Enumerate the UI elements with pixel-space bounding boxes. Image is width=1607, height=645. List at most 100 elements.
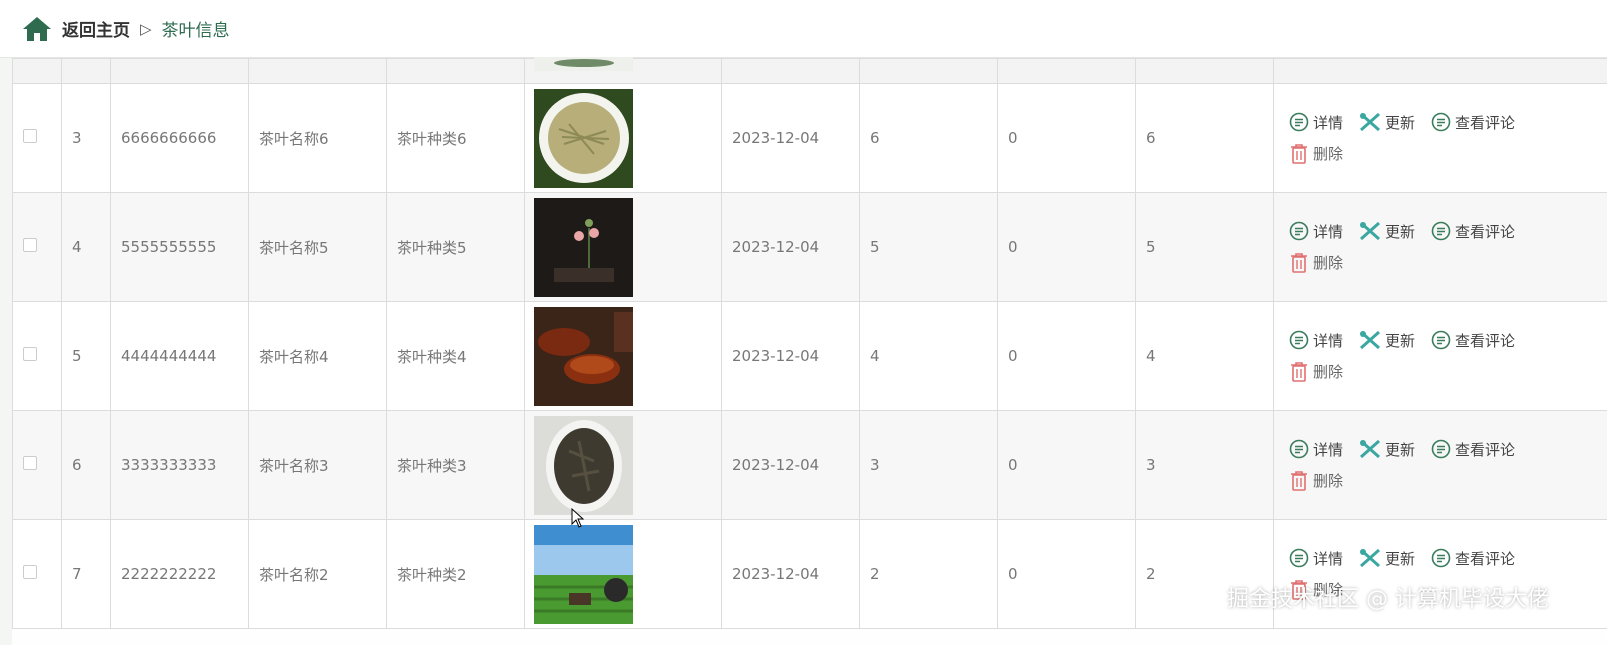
count-col-2: 0 [997, 410, 1136, 520]
update-label: 更新 [1385, 113, 1416, 132]
tea-image[interactable] [534, 197, 633, 297]
row-select-cell [12, 83, 62, 193]
update-button[interactable]: 更新 [1359, 330, 1415, 351]
tea-image-cell [524, 83, 722, 193]
comments-icon [1431, 439, 1451, 459]
tea-name: 茶叶名称4 [248, 301, 387, 411]
detail-label: 详情 [1313, 440, 1344, 459]
update-label: 更新 [1385, 549, 1416, 568]
detail-icon [1289, 221, 1309, 241]
actions-cell: 详情 更新 查看评论 删除 [1273, 410, 1607, 520]
count-col-2: 0 [997, 83, 1136, 193]
trash-icon [1291, 252, 1307, 273]
trash-icon [1291, 470, 1307, 491]
publish-date: 2023-12-04 [721, 301, 860, 411]
tea-name: 茶叶名称6 [248, 83, 387, 193]
tea-table: 3 6666666666 茶叶名称6 茶叶种类6 2023-12-04 6 0 … [12, 58, 1607, 645]
table-row: 5 4444444444 茶叶名称4 茶叶种类4 2023-12-04 4 0 … [12, 301, 1607, 411]
publish-date: 2023-12-04 [721, 410, 860, 520]
row-index: 5 [61, 301, 111, 411]
comments-label: 查看评论 [1455, 440, 1516, 459]
delete-label: 删除 [1313, 472, 1344, 490]
table-row: 6 3333333333 茶叶名称3 茶叶种类3 2023-12-04 3 0 … [12, 410, 1607, 520]
comments-icon [1431, 330, 1451, 350]
tea-image[interactable] [534, 524, 633, 624]
breadcrumb-separator: ▷ [140, 19, 152, 38]
delete-button[interactable]: 删除 [1289, 361, 1343, 383]
delete-button[interactable]: 删除 [1289, 143, 1343, 165]
comments-icon [1431, 221, 1451, 241]
row-index: 4 [61, 192, 111, 302]
detail-label: 详情 [1313, 549, 1344, 568]
view-comments-button[interactable]: 查看评论 [1431, 221, 1515, 242]
detail-button[interactable]: 详情 [1289, 221, 1343, 242]
detail-icon [1289, 330, 1309, 350]
comments-icon [1431, 548, 1451, 568]
breadcrumb-home-link[interactable]: 返回主页 [62, 16, 130, 41]
update-label: 更新 [1385, 222, 1416, 241]
count-col-1: 2 [859, 519, 998, 629]
view-comments-button[interactable]: 查看评论 [1431, 439, 1515, 460]
row-checkbox[interactable] [23, 565, 37, 579]
count-col-2: 0 [997, 192, 1136, 302]
trash-icon [1291, 361, 1307, 382]
comments-icon [1431, 112, 1451, 132]
row-checkbox[interactable] [23, 456, 37, 470]
comments-label: 查看评论 [1455, 549, 1516, 568]
tea-type: 茶叶种类5 [386, 192, 525, 302]
view-comments-button[interactable]: 查看评论 [1431, 112, 1515, 133]
wrench-scissors-icon [1360, 548, 1381, 568]
actions-cell: 详情 更新 查看评论 删除 [1273, 83, 1607, 193]
view-comments-button[interactable]: 查看评论 [1431, 330, 1515, 351]
update-button[interactable]: 更新 [1359, 439, 1415, 460]
actions-cell: 详情 更新 查看评论 删除 [1273, 192, 1607, 302]
tea-image-cell [524, 301, 722, 411]
tea-code: 2222222222 [110, 519, 249, 629]
tea-image[interactable] [534, 88, 633, 188]
tea-image-cell [524, 519, 722, 629]
delete-button[interactable]: 删除 [1289, 470, 1343, 492]
row-checkbox[interactable] [23, 129, 37, 143]
view-comments-button[interactable]: 查看评论 [1431, 548, 1515, 569]
home-icon[interactable] [22, 15, 54, 43]
row-index: 3 [61, 83, 111, 193]
delete-label: 删除 [1313, 254, 1344, 272]
delete-label: 删除 [1313, 145, 1344, 163]
tea-image[interactable] [534, 415, 633, 515]
count-col-1: 5 [859, 192, 998, 302]
update-button[interactable]: 更新 [1359, 112, 1415, 133]
table-row: 4 5555555555 茶叶名称5 茶叶种类5 2023-12-04 5 0 … [12, 192, 1607, 302]
mouse-cursor-icon [571, 508, 585, 528]
tea-image[interactable] [534, 306, 633, 406]
count-col-3: 5 [1135, 192, 1274, 302]
row-select-cell [12, 519, 62, 629]
row-index: 7 [61, 519, 111, 629]
detail-icon [1289, 548, 1309, 568]
tea-type: 茶叶种类6 [386, 83, 525, 193]
row-select-cell [12, 301, 62, 411]
tea-code: 3333333333 [110, 410, 249, 520]
tea-code: 5555555555 [110, 192, 249, 302]
detail-label: 详情 [1313, 222, 1344, 241]
detail-icon [1289, 439, 1309, 459]
count-col-1: 3 [859, 410, 998, 520]
row-checkbox[interactable] [23, 347, 37, 361]
update-label: 更新 [1385, 331, 1416, 350]
tea-name: 茶叶名称3 [248, 410, 387, 520]
row-checkbox[interactable] [23, 238, 37, 252]
row-select-cell [12, 410, 62, 520]
detail-button[interactable]: 详情 [1289, 330, 1343, 351]
wrench-scissors-icon [1360, 330, 1381, 350]
update-button[interactable]: 更新 [1359, 221, 1415, 242]
detail-button[interactable]: 详情 [1289, 548, 1343, 569]
tea-image-partial [534, 57, 633, 71]
count-col-3: 4 [1135, 301, 1274, 411]
table-row-partial [12, 58, 1607, 84]
tea-image-cell [524, 410, 722, 520]
update-button[interactable]: 更新 [1359, 548, 1415, 569]
detail-button[interactable]: 详情 [1289, 112, 1343, 133]
delete-button[interactable]: 删除 [1289, 252, 1343, 274]
detail-button[interactable]: 详情 [1289, 439, 1343, 460]
tea-code: 4444444444 [110, 301, 249, 411]
comments-label: 查看评论 [1455, 222, 1516, 241]
